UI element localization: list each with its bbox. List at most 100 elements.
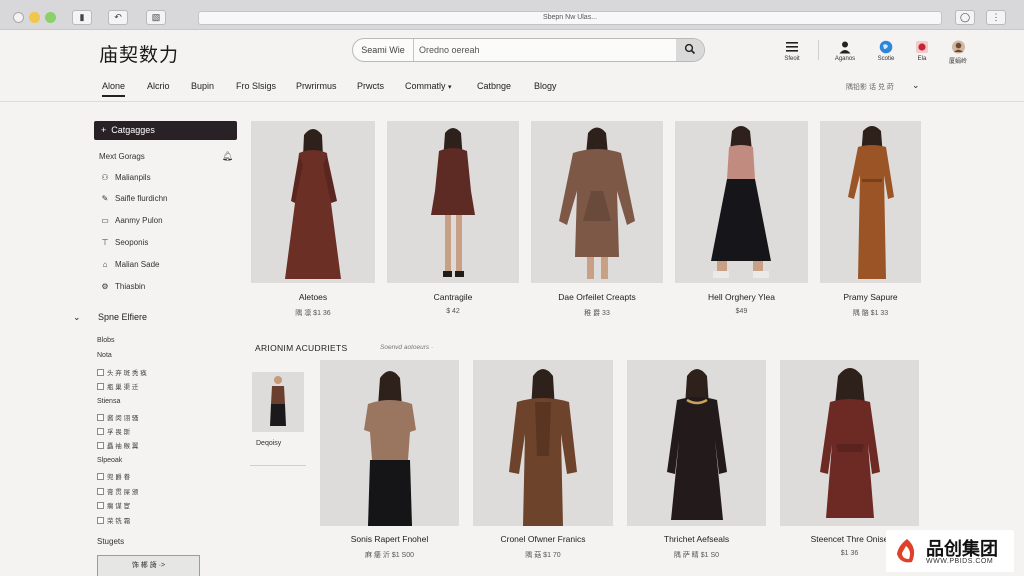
filter-checkbox[interactable]: 瓶 巢 渠 迁 — [97, 381, 138, 391]
product-card[interactable]: Pramy Sapure 隅 骼 $1 33 — [820, 121, 921, 321]
site-logo[interactable]: 庙契数力 — [99, 40, 179, 67]
sidebar-item-label: Saifle flurdichn — [115, 194, 168, 203]
sidebar-toggle-button[interactable]: ▮ — [72, 10, 92, 25]
sidebar-item-saifle[interactable]: ✎ Saifle flurdichn — [99, 194, 168, 203]
product-card[interactable]: Sonis Rapert Fnohel 麻 痿 沂 $1 S00 — [320, 360, 459, 576]
search-input[interactable] — [415, 39, 677, 61]
nav-item-prwrirmus[interactable]: Prwrirmus — [296, 81, 337, 91]
categories-button[interactable]: + Catgagges — [94, 121, 237, 140]
profile-button[interactable]: 厦娟岭 — [936, 40, 980, 65]
product-image[interactable] — [531, 121, 663, 283]
product-name[interactable]: Hell Orghery Ylea — [675, 292, 808, 302]
product-name[interactable]: Pramy Sapure — [820, 292, 921, 302]
recently-viewed-label: Deqoisy — [256, 440, 282, 447]
bell-icon[interactable]: 🔔︎ — [222, 151, 233, 162]
filter-checkbox[interactable]: 膏 贯 屎 颁 — [97, 486, 138, 496]
sidebar-item-aanmy[interactable]: ▭ Aanmy Pulon — [99, 216, 162, 225]
maximize-window-dot[interactable] — [45, 12, 56, 23]
checkbox-box — [97, 369, 104, 376]
filter-checkbox-label: 头 弃 斑 秃 痪 — [107, 370, 147, 377]
product-card[interactable]: Dae Orfeilet Creapts 稚 爵 33 — [531, 121, 663, 321]
header-menu-button[interactable]: Sfeoit — [770, 40, 814, 62]
recommended-subtitle[interactable]: Soenvd aotoeurs · — [380, 344, 433, 351]
product-image[interactable] — [320, 360, 459, 526]
nav-item-fro-slsigs[interactable]: Fro Slsigs — [236, 81, 276, 91]
search-scope-dropdown[interactable]: Seami Wie — [353, 39, 414, 61]
search-button[interactable] — [676, 39, 704, 61]
filter-checkbox[interactable]: 矗 袖 糇 翼 — [97, 440, 138, 450]
account-button[interactable]: Aganos — [823, 40, 867, 62]
filter-checkbox-label: 瘸 谋 宦 — [107, 503, 131, 510]
checkbox-box — [97, 517, 104, 524]
recommended-title: ARIONIM ACUDRIETS — [255, 343, 348, 353]
product-card[interactable]: Cantragile $ 42 — [387, 121, 519, 321]
tab-overview-button[interactable]: ▧ — [146, 10, 166, 25]
sidebar-item-label: Thiasbin — [115, 282, 146, 291]
search-icon — [684, 43, 696, 54]
reader-button[interactable]: ◯ — [955, 10, 975, 25]
back-button[interactable]: ↶ — [108, 10, 128, 25]
menu-icon — [786, 42, 798, 52]
filter-group-label: Stugets — [97, 537, 125, 546]
recently-viewed-card[interactable]: Deqoisy — [250, 368, 306, 466]
sidebar-item-thiasbin[interactable]: ⚙ Thiasbin — [99, 282, 145, 291]
product-image[interactable] — [627, 360, 766, 526]
sidebar-item-malianpils[interactable]: ⚇ Malianpils — [99, 173, 150, 182]
checkbox-box — [97, 428, 104, 435]
product-card[interactable]: Thrichet Aefseals 隅 萨 睛 $1 S0 — [627, 360, 766, 576]
product-name[interactable]: Cronel Ofwner Franics — [473, 534, 613, 544]
tag-icon: ⚇ — [101, 173, 109, 182]
filter-checkbox[interactable]: 瘸 谋 宦 — [97, 500, 130, 510]
chevron-down-icon[interactable]: ⌄ — [73, 312, 81, 323]
filter-checkbox[interactable]: 兜 爵 眷 — [97, 471, 130, 481]
nav-item-blogy[interactable]: Blogy — [534, 81, 557, 91]
product-name[interactable]: Aletoes — [251, 292, 375, 302]
filter-checkbox[interactable]: 头 弃 斑 秃 痪 — [97, 367, 147, 377]
plus-icon: + — [101, 125, 107, 135]
nav-item-alcrio[interactable]: Alcrio — [147, 81, 170, 91]
product-name[interactable]: Thrichet Aefseals — [627, 534, 766, 544]
address-bar[interactable]: Sbepn Nw Ulas... — [198, 11, 942, 25]
sidebar-item-label: Malian Sade — [115, 260, 160, 269]
nav-item-commatly[interactable]: Commatly ▾ — [405, 81, 452, 91]
watermark-url: WWW.PBIDS.COM — [926, 558, 994, 565]
flag-icon — [916, 41, 928, 53]
nav-secondary-links[interactable]: 隅铅影 话 兑 莳 — [846, 82, 894, 92]
chevron-down-icon[interactable]: ⌄ — [912, 80, 920, 91]
storefront-page: 庙契数力 Seami Wie Sfeoit Aganos Scotie Ela … — [0, 30, 1024, 576]
nav-item-prwcts[interactable]: Prwcts — [357, 81, 384, 91]
sidebar-item-malian-sade[interactable]: ⌂ Malian Sade — [99, 260, 160, 269]
product-card[interactable]: Cronel Ofwner Franics 隅 菇 $1 70 — [473, 360, 613, 576]
product-image[interactable] — [675, 121, 808, 283]
user-icon — [839, 41, 851, 54]
product-image[interactable] — [780, 360, 919, 526]
gear-icon: ⚙ — [101, 282, 109, 291]
product-card[interactable]: Hell Orghery Ylea $49 — [675, 121, 808, 321]
apply-filters-button[interactable]: 饰 郴 旖 ·> — [97, 555, 200, 576]
product-image[interactable] — [251, 121, 375, 283]
product-image[interactable] — [473, 360, 613, 526]
checkbox-box — [97, 488, 104, 495]
product-name[interactable]: Cantragile — [387, 292, 519, 302]
nav-item-catbnge[interactable]: Catbnge — [477, 81, 511, 91]
product-image[interactable] — [820, 121, 921, 283]
product-image[interactable] — [252, 372, 304, 432]
filter-checkbox[interactable]: 孚 畏 斯 — [97, 426, 130, 436]
filter-section-title[interactable]: Spne Elfiere — [98, 312, 147, 322]
product-image[interactable] — [387, 121, 519, 283]
product-name[interactable]: Dae Orfeilet Creapts — [531, 292, 663, 302]
chevron-down-icon: ▾ — [448, 84, 452, 91]
nav-item-alone[interactable]: Alone — [102, 81, 126, 97]
product-card[interactable]: Aletoes 隅 凛 $1 36 — [251, 121, 375, 321]
share-button[interactable]: ⋮ — [986, 10, 1006, 25]
nav-item-bupin[interactable]: Bupin — [191, 81, 214, 91]
sidebar-item-seoponis[interactable]: ⊤ Seoponis — [99, 238, 149, 247]
product-price: $ 42 — [446, 308, 460, 315]
filter-checkbox[interactable]: 酱 闵 诩 骚 — [97, 412, 138, 422]
product-name[interactable]: Sonis Rapert Fnohel — [320, 534, 459, 544]
minimize-window-dot[interactable] — [29, 12, 40, 23]
filter-checkbox[interactable]: 荣 铣 霜 — [97, 515, 130, 525]
product-price: 麻 痿 沂 $1 S00 — [364, 552, 415, 559]
profile-label: 厦娟岭 — [948, 59, 967, 65]
close-window-dot[interactable] — [13, 12, 24, 23]
